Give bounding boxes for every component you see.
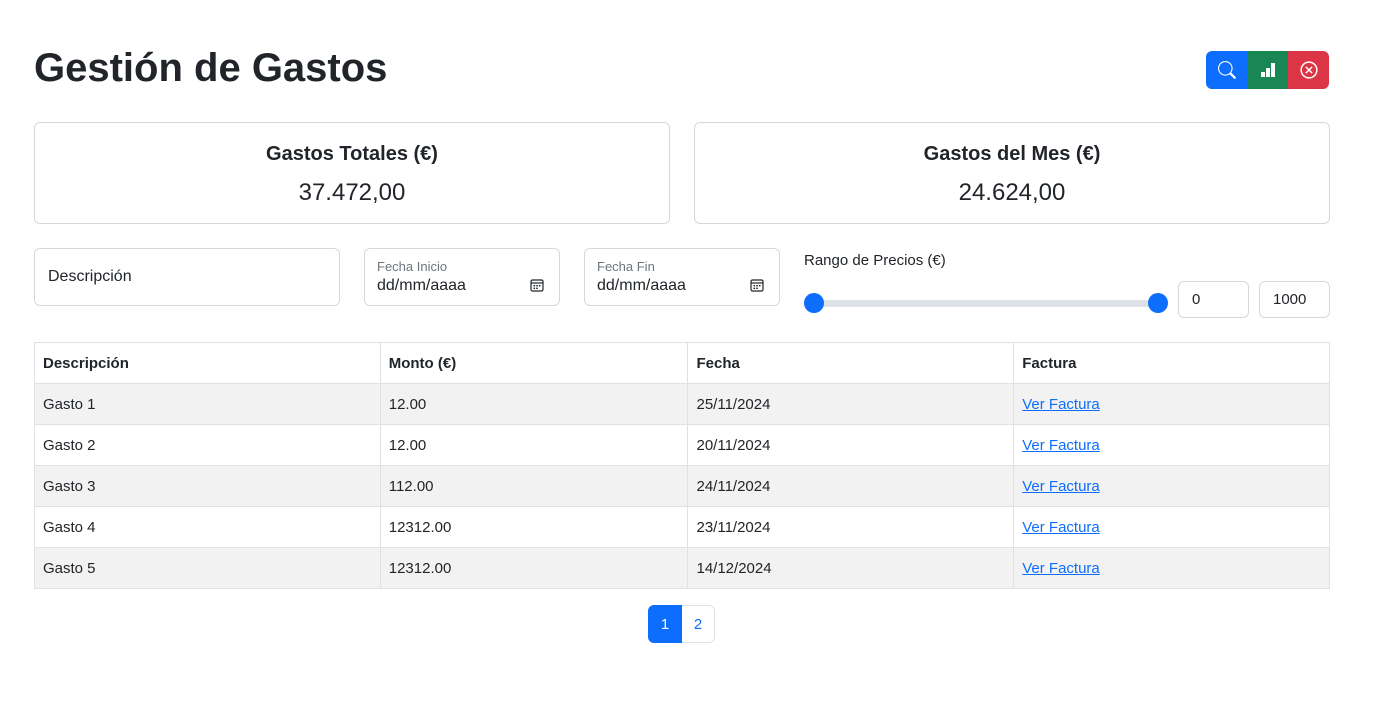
cell-descripcion: Gasto 5 <box>34 547 381 589</box>
cell-monto: 12312.00 <box>379 506 689 548</box>
cell-descripcion: Gasto 4 <box>34 506 381 548</box>
clear-button[interactable] <box>1288 51 1329 89</box>
cell-descripcion: Gasto 1 <box>34 383 381 425</box>
chart-button[interactable] <box>1247 51 1288 89</box>
page-title: Gestión de Gastos <box>34 46 388 90</box>
price-range-min-handle[interactable] <box>804 293 824 313</box>
price-range-label: Rango de Precios (€) <box>804 252 946 269</box>
calendar-icon[interactable] <box>750 278 764 292</box>
cell-fecha: 24/11/2024 <box>687 465 1015 507</box>
start-date-label: Fecha Inicio <box>377 259 448 274</box>
search-icon <box>1217 61 1236 79</box>
price-min-input[interactable]: 0 <box>1178 281 1249 318</box>
view-invoice-link[interactable]: Ver Factura <box>1022 396 1100 413</box>
table-row: Gasto 5 12312.00 14/12/2024 Ver Factura <box>34 547 1330 589</box>
column-header-fecha[interactable]: Fecha <box>687 342 1015 384</box>
price-max-input[interactable]: 1000 <box>1259 281 1330 318</box>
view-invoice-link[interactable]: Ver Factura <box>1022 560 1100 577</box>
calendar-icon[interactable] <box>530 278 544 292</box>
page-1-button[interactable]: 1 <box>648 605 682 643</box>
month-expenses-card: Gastos del Mes (€) 24.624,00 <box>694 122 1330 224</box>
table-row: Gasto 2 12.00 20/11/2024 Ver Factura <box>34 424 1330 466</box>
search-button[interactable] <box>1206 51 1247 89</box>
start-date-value: dd/mm/aaaa <box>377 277 466 294</box>
bar-chart-icon <box>1260 63 1275 77</box>
price-range-track[interactable] <box>812 300 1160 307</box>
description-filter-input[interactable]: Descripción <box>34 248 340 306</box>
total-expenses-value: 37.472,00 <box>298 179 406 206</box>
cell-factura: Ver Factura <box>1013 547 1330 589</box>
expenses-table: Descripción Monto (€) Fecha Factura Gast… <box>34 342 1330 589</box>
page-2-button[interactable]: 2 <box>682 605 715 643</box>
end-date-input[interactable]: Fecha Fin dd/mm/aaaa <box>584 248 780 306</box>
view-invoice-link[interactable]: Ver Factura <box>1022 519 1100 536</box>
table-header-row: Descripción Monto (€) Fecha Factura <box>34 342 1330 384</box>
cell-monto: 12.00 <box>379 424 689 466</box>
cell-factura: Ver Factura <box>1013 424 1330 466</box>
column-header-descripcion[interactable]: Descripción <box>34 342 381 384</box>
close-circle-icon <box>1299 61 1318 79</box>
header-toolbar <box>1206 51 1329 89</box>
month-expenses-label: Gastos del Mes (€) <box>923 143 1101 165</box>
cell-factura: Ver Factura <box>1013 383 1330 425</box>
view-invoice-link[interactable]: Ver Factura <box>1022 437 1100 454</box>
description-placeholder: Descripción <box>48 268 132 285</box>
cell-factura: Ver Factura <box>1013 506 1330 548</box>
cell-fecha: 25/11/2024 <box>687 383 1015 425</box>
table-row: Gasto 3 112.00 24/11/2024 Ver Factura <box>34 465 1330 507</box>
end-date-label: Fecha Fin <box>597 259 655 274</box>
cell-factura: Ver Factura <box>1013 465 1330 507</box>
cell-fecha: 20/11/2024 <box>687 424 1015 466</box>
cell-descripcion: Gasto 3 <box>34 465 381 507</box>
cell-monto: 12312.00 <box>379 547 689 589</box>
total-expenses-label: Gastos Totales (€) <box>266 143 438 165</box>
end-date-value: dd/mm/aaaa <box>597 277 686 294</box>
start-date-input[interactable]: Fecha Inicio dd/mm/aaaa <box>364 248 560 306</box>
column-header-factura[interactable]: Factura <box>1013 342 1330 384</box>
cell-fecha: 14/12/2024 <box>687 547 1015 589</box>
table-row: Gasto 4 12312.00 23/11/2024 Ver Factura <box>34 506 1330 548</box>
price-range-max-handle[interactable] <box>1148 293 1168 313</box>
cell-monto: 12.00 <box>379 383 689 425</box>
cell-descripcion: Gasto 2 <box>34 424 381 466</box>
month-expenses-value: 24.624,00 <box>958 179 1066 206</box>
total-expenses-card: Gastos Totales (€) 37.472,00 <box>34 122 670 224</box>
cell-fecha: 23/11/2024 <box>687 506 1015 548</box>
view-invoice-link[interactable]: Ver Factura <box>1022 478 1100 495</box>
cell-monto: 112.00 <box>379 465 689 507</box>
table-row: Gasto 1 12.00 25/11/2024 Ver Factura <box>34 383 1330 425</box>
pagination: 1 2 <box>648 605 715 643</box>
column-header-monto[interactable]: Monto (€) <box>379 342 689 384</box>
